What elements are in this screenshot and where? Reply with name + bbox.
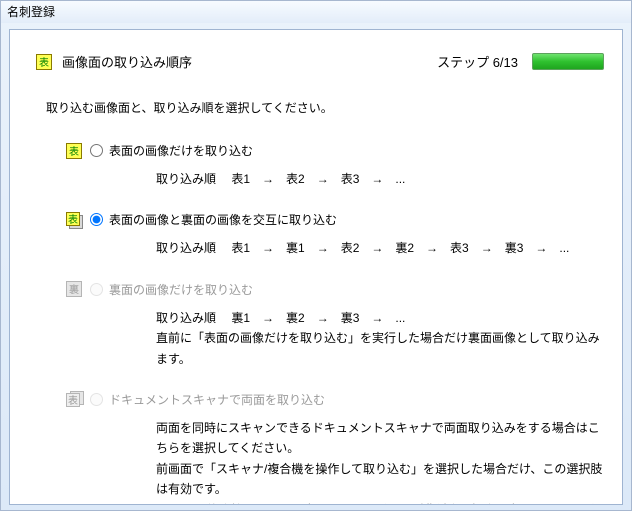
option-duplex-note1: 両面を同時にスキャンできるドキュメントスキャナで両面取り込みをする場合はこちらを…: [156, 418, 604, 459]
svg-text:表: 表: [68, 213, 78, 226]
radio-duplex: [90, 393, 103, 406]
front-back-badge-icon: 表: [66, 212, 82, 228]
option-back-note: 直前に「表面の画像だけを取り込む」を実行した場合だけ裏面画像として取り込みます。: [156, 328, 604, 369]
option-back-sequence: 裏1 → 裏2 → 裏3 → ...: [231, 311, 405, 325]
svg-text:表: 表: [69, 145, 79, 158]
option-front-sequence: 表1 → 表2 → 表3 → ...: [231, 172, 405, 186]
option-back-label: 裏面の画像だけを取り込む: [109, 281, 253, 298]
client-area: 表 画像面の取り込み順序 ステップ 6/13 取り込む画像面と、取り込み順を選択…: [9, 29, 623, 505]
sequence-caption: 取り込み順: [156, 169, 228, 189]
option-alternate-label: 表面の画像と裏面の画像を交互に取り込む: [109, 211, 337, 228]
option-back: 裏 裏面の画像だけを取り込む 取り込み順 裏1 → 裏2 → 裏3 → ... …: [66, 281, 604, 369]
step-label: ステップ 6/13: [437, 52, 532, 71]
front-badge-icon: 表: [66, 143, 82, 159]
svg-text:裏: 裏: [69, 283, 79, 296]
radio-alternate[interactable]: [90, 213, 103, 226]
dialog-window: 名刺登録 表 画像面の取り込み順序 ステップ 6/13 取り込む画像面と、取り込…: [0, 0, 632, 511]
sequence-caption: 取り込み順: [156, 238, 228, 258]
back-badge-icon: 裏: [66, 281, 82, 297]
window-title: 名刺登録: [1, 1, 631, 23]
front-badge-icon: 表: [36, 54, 52, 70]
option-alternate: 表 表面の画像と裏面の画像を交互に取り込む 取り込み順 表1 → 裏1 → 表2…: [66, 211, 604, 258]
sequence-caption: 取り込み順: [156, 308, 228, 328]
option-front: 表 表面の画像だけを取り込む 取り込み順 表1 → 表2 → 表3 → ...: [66, 142, 604, 189]
radio-back: [90, 283, 103, 296]
option-front-label: 表面の画像だけを取り込む: [109, 142, 253, 159]
option-duplex-note2: 前画面で「スキャナ/複合機を操作して取り込む」を選択した場合だけ、この選択肢は有…: [156, 459, 604, 500]
option-alternate-sequence: 表1 → 裏1 → 表2 → 裏2 → 表3 → 裏3 → ...: [231, 241, 569, 255]
radio-front[interactable]: [90, 144, 103, 157]
svg-text:表: 表: [39, 56, 49, 69]
duplex-badge-icon: 表: [66, 391, 82, 407]
wizard-header: 表 画像面の取り込み順序 ステップ 6/13: [36, 52, 604, 71]
svg-text:表: 表: [68, 394, 78, 407]
page-title: 画像面の取り込み順序: [62, 52, 437, 71]
progress-bar: [532, 53, 604, 70]
option-duplex: 表 ドキュメントスキャナで両面を取り込む 両面を同時にスキャンできるドキュメント…: [66, 391, 604, 505]
option-duplex-label: ドキュメントスキャナで両面を取り込む: [109, 391, 325, 408]
instruction-text: 取り込む画像面と、取り込み順を選択してください。: [46, 99, 604, 116]
option-duplex-note3: スキャナ/複合機、もしくは本ソフトのいずれかが非対応の場合は表面だけを取り込みま…: [156, 500, 604, 505]
